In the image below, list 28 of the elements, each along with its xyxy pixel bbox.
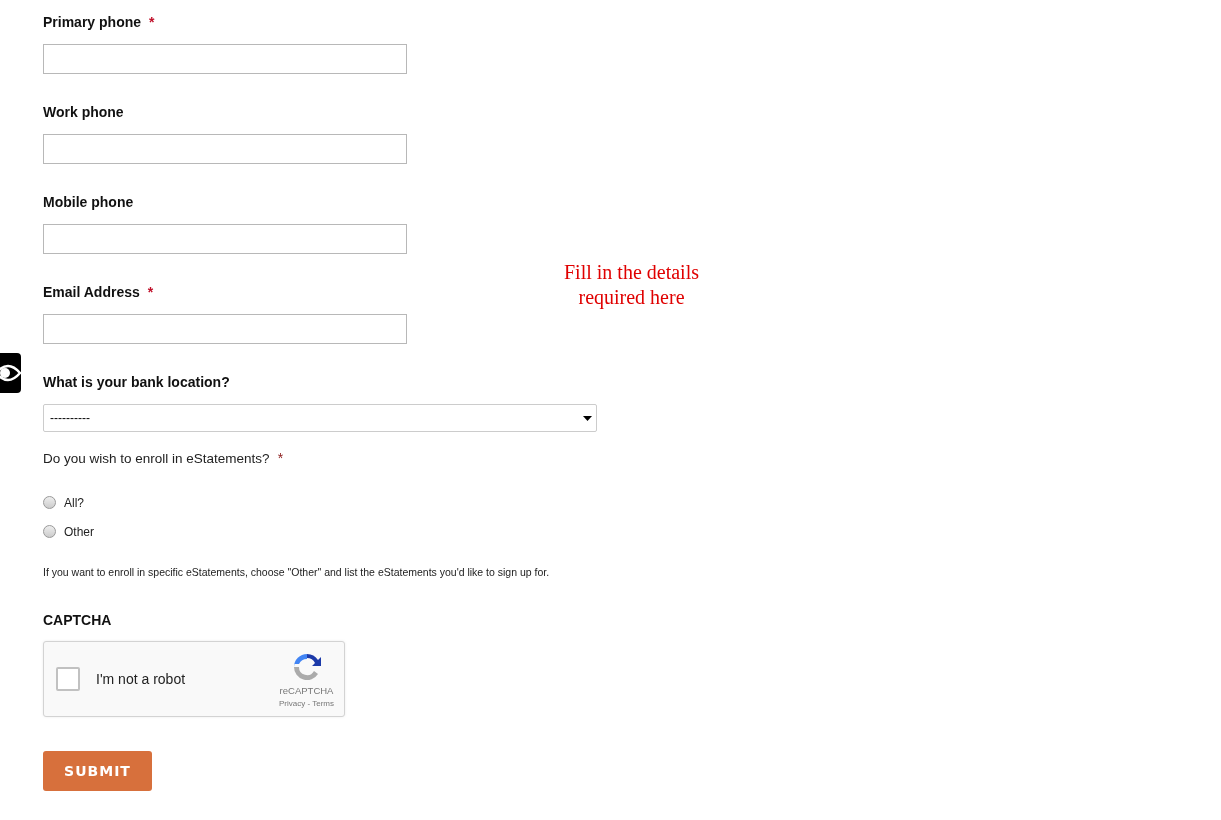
option-label: Other [64, 524, 94, 539]
captcha-label: CAPTCHA [43, 612, 113, 628]
radio-button[interactable] [43, 496, 56, 509]
field-label: Work phone [43, 104, 124, 120]
required-mark: * [149, 14, 155, 30]
bank-location-select[interactable]: ---------- [43, 404, 597, 432]
input-field[interactable] [43, 314, 407, 344]
field-label: Mobile phone [43, 194, 134, 210]
radio-button[interactable] [43, 525, 56, 538]
option-label: All? [64, 495, 84, 510]
field-label: Primary phone [43, 14, 142, 30]
required-mark: * [147, 284, 154, 300]
field-label: Email Address [43, 284, 140, 300]
question-text: Do you wish to enroll in eStatements? [43, 450, 270, 466]
eye-icon[interactable] [0, 353, 21, 393]
captcha-brand: reCAPTCHA [279, 684, 334, 696]
field-label: What is your bank location? [43, 374, 230, 390]
captcha-checkbox[interactable] [56, 667, 80, 691]
help-text: If you want to enroll in specific eStatements, choose "Other" and list the eStatements you'd like to sign up for. [43, 566, 551, 578]
annotation-text: Fill in the details required here [563, 260, 700, 310]
input-field[interactable] [43, 44, 407, 74]
input-field[interactable] [43, 224, 407, 254]
submit-button[interactable]: SUBMIT [43, 751, 152, 791]
caret-icon [583, 415, 592, 421]
input-field[interactable] [43, 134, 407, 164]
captcha-links[interactable]: Privacy - Terms [279, 698, 334, 708]
required-mark: * [277, 450, 284, 466]
captcha-text: I'm not a robot [96, 671, 187, 687]
